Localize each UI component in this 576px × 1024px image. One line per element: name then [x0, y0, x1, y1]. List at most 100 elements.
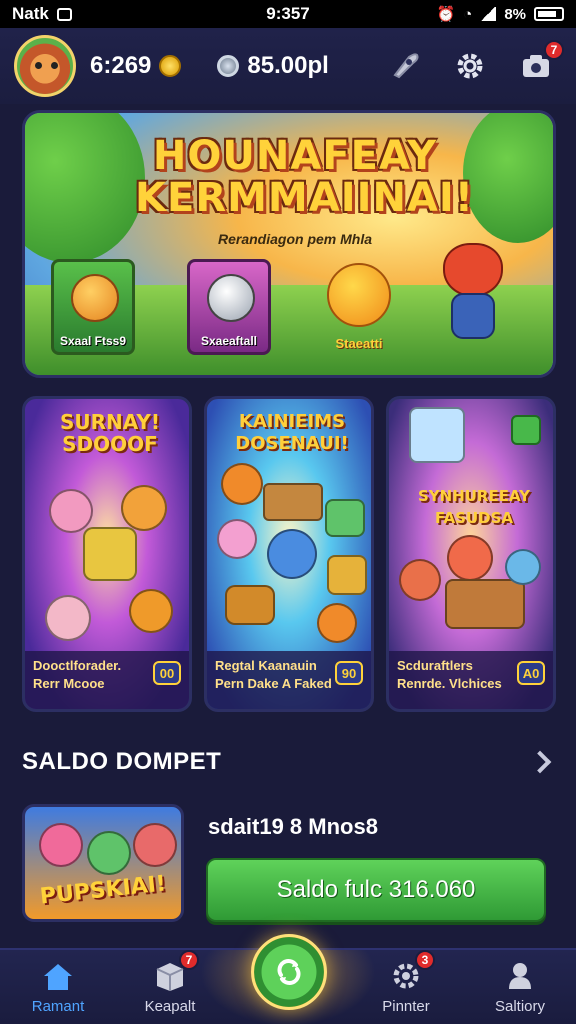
nav-badge: 7 [179, 950, 199, 970]
camera-badge: 7 [544, 40, 564, 60]
gift-box-icon [327, 555, 367, 595]
tree-decoration [463, 113, 553, 243]
nav-item-history[interactable]: Saltiory [470, 958, 570, 1022]
hero-card-label: Sxaal Ftss9 [59, 334, 127, 348]
game-cards-row: SURNAY! SDOOOF Dooctlforader. Rerr Mcooe… [22, 396, 556, 712]
fox-body [451, 293, 495, 339]
gift-box-icon [83, 527, 137, 581]
nav-label: Pinnter [382, 998, 430, 1015]
wallet-thumbnail[interactable]: PUPSKIAI! [22, 804, 184, 922]
notification-icon [56, 7, 72, 21]
game-card[interactable]: KAINIEIMS DOSENAUI! Regtal Kaanauin Pern… [204, 396, 374, 712]
rocket-button[interactable] [386, 48, 422, 84]
nav-label: Saltiory [494, 998, 546, 1015]
hero-card-label: Sxaeaftall [200, 334, 258, 348]
gear-icon: 3 [387, 950, 435, 994]
nav-item-shop[interactable]: 7 Keapalt [120, 950, 220, 1022]
wifi-icon: ◔ [463, 5, 473, 23]
gem-amount: 85.00pl [247, 52, 329, 79]
sun-character-icon [327, 263, 391, 327]
tree-decoration [25, 113, 145, 263]
status-bar: Natk 9:357 ⏰ ◔ 8% [0, 0, 576, 28]
game-card[interactable]: SURNAY! SDOOOF Dooctlforader. Rerr Mcooe… [22, 396, 192, 712]
gear-icon [457, 53, 483, 79]
hero-title-line2: KERMMAIINAI! [135, 175, 475, 221]
hero-title: HOUNAFEAY KERMMAIINAI! [135, 133, 475, 221]
character-icon [129, 589, 173, 633]
game-title-line1: SYNHUREEAY [417, 487, 531, 505]
bird-character-icon [267, 529, 317, 579]
character-icon [505, 549, 541, 585]
character-icon [39, 823, 83, 867]
nav-label: Ramant [31, 998, 85, 1015]
coin-amount: 6:269 [90, 52, 152, 79]
game-card[interactable]: SYNHUREEAY FASUDSA Scduraftlers Renrde. … [386, 396, 556, 712]
top-header: 6:269 85.00pl 7 [0, 28, 576, 104]
ball-character-icon [207, 274, 255, 322]
hero-banner[interactable]: HOUNAFEAY KERMMAIINAI! Rerandiagon pem M… [22, 110, 556, 378]
barrel-icon [225, 585, 275, 625]
gift-box-icon [325, 499, 365, 537]
wallet-title: SALDO DOMPET [22, 748, 222, 775]
profile-svg [509, 963, 531, 989]
coin-icon [159, 55, 182, 77]
character-icon [447, 535, 493, 581]
nav-item-printer[interactable]: 3 Pinnter [356, 950, 456, 1022]
treasure-chest-icon [445, 579, 525, 629]
box-icon: 7 [151, 950, 199, 994]
lion-character-icon [71, 274, 119, 322]
character-icon [317, 603, 357, 643]
refresh-icon [277, 959, 301, 985]
avatar-eye [51, 62, 58, 69]
ice-cube-icon [409, 407, 465, 463]
carrier-name: Natk [12, 4, 49, 23]
game-title-line1: SURNAY! [60, 410, 160, 434]
character-icon [133, 823, 177, 867]
character-icon [87, 831, 131, 875]
game-title-line2: SDOOOF [62, 432, 158, 456]
edit-icon[interactable] [511, 415, 541, 445]
alarm-icon: ⏰ [436, 6, 456, 23]
wallet-header[interactable]: SALDO DOMPET [22, 740, 556, 784]
character-icon [217, 519, 257, 559]
wallet-thumb-label: PUPSKIAI! [38, 871, 168, 910]
character-icon [121, 485, 167, 531]
camera-button[interactable]: 7 [518, 40, 564, 84]
character-icon [221, 463, 263, 505]
character-icon [45, 595, 91, 641]
hero-subtitle: Rerandiagon pem Mhla [217, 231, 373, 247]
balance-button[interactable]: Saldo fulc 316.060 [206, 858, 546, 922]
hero-card[interactable]: Sxaal Ftss9 [51, 259, 135, 355]
wallet-section: PUPSKIAI! sdait19 8 Mnos8 Saldo fulc 316… [22, 804, 556, 924]
game-title: KAINIEIMS DOSENAUI! [215, 411, 369, 455]
coin-balance[interactable]: 6:269 [90, 52, 182, 80]
hero-card[interactable]: Sxaeaftall [187, 259, 271, 355]
rocket-icon [393, 53, 419, 79]
signal-icon [480, 7, 497, 21]
gem-balance[interactable]: 85.00pl [217, 52, 329, 80]
gem-icon [217, 55, 240, 77]
game-badge: 90 [335, 661, 363, 685]
home-svg [44, 964, 72, 990]
settings-button[interactable] [452, 48, 488, 84]
fox-head [443, 243, 503, 297]
fox-mascot [433, 243, 513, 343]
chevron-right-icon[interactable] [528, 750, 552, 774]
avatar[interactable] [14, 35, 76, 97]
bottom-nav: Ramant 7 Keapalt 3 Pinnter Saltiory [0, 934, 576, 1024]
game-title: SURNAY! SDOOOF [33, 411, 187, 455]
nav-badge: 3 [415, 950, 435, 970]
hero-card-label: Staeatti [335, 336, 383, 351]
fox-character-icon [399, 559, 441, 601]
game-title-line1: KAINIEIMS [238, 411, 346, 432]
game-title: SYNHUREEAY FASUDSA [397, 485, 551, 529]
hero-card[interactable]: Staeatti [317, 259, 401, 355]
game-title-line2: FASUDSA [435, 509, 513, 527]
hero-title-line1: HOUNAFEAY [152, 133, 438, 179]
treasure-chest-icon [263, 483, 323, 521]
game-title-line2: DOSENAUI! [235, 433, 349, 454]
center-action-button[interactable] [251, 934, 327, 1010]
profile-icon [501, 958, 539, 994]
nav-item-home[interactable]: Ramant [8, 958, 108, 1022]
nav-label: Keapalt [144, 998, 196, 1015]
